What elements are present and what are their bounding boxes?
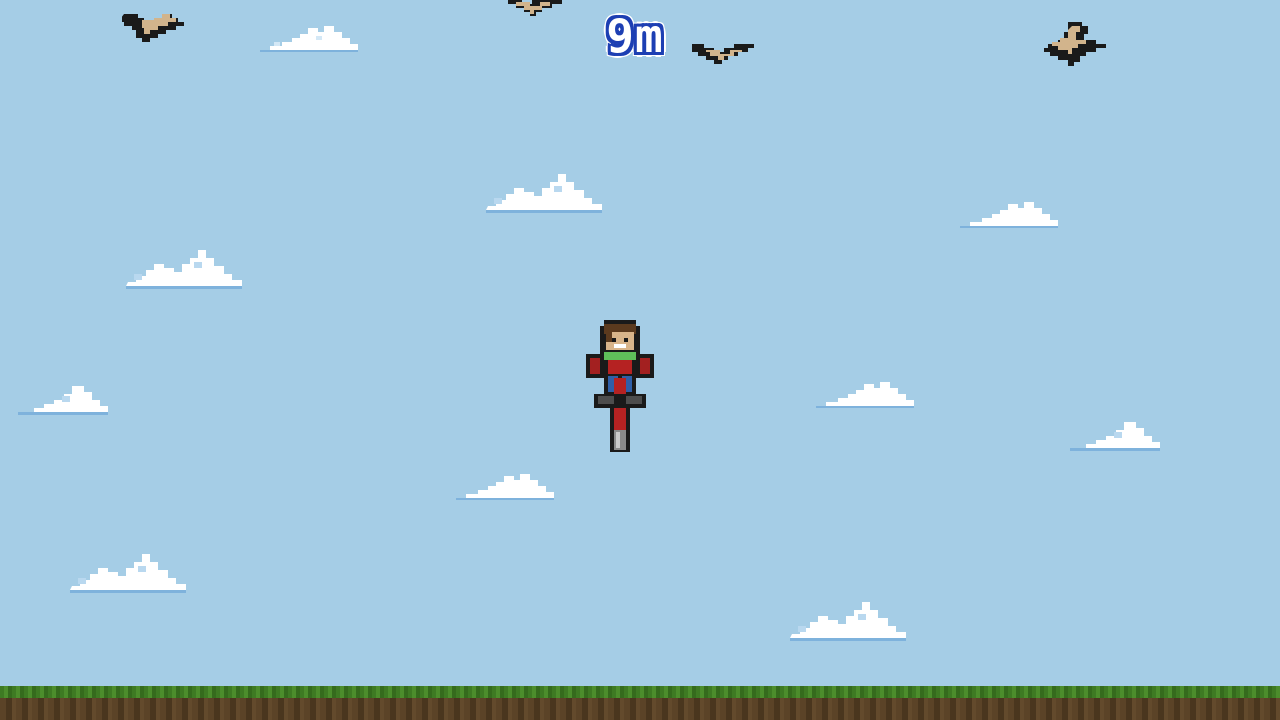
- cloud-icon: [126, 250, 242, 289]
- cloud-icon: [70, 554, 186, 593]
- cloud-icon: [816, 382, 914, 408]
- game-scene[interactable]: 9m: [0, 0, 1280, 720]
- cloud-icon: [1070, 422, 1160, 451]
- dirt-strip: [0, 698, 1280, 720]
- bird-icon: [502, 0, 562, 16]
- grass-strip: [0, 686, 1280, 698]
- cloud-icon: [486, 174, 602, 213]
- pogo-stick-rider-icon: [586, 320, 654, 452]
- cloud-icon: [260, 26, 358, 52]
- ground: [0, 686, 1280, 720]
- cloud-icon: [456, 474, 554, 500]
- cloud-icon: [960, 202, 1058, 228]
- bird-icon: [1044, 22, 1106, 66]
- cloud-icon: [790, 602, 906, 641]
- cloud-icon: [18, 386, 108, 415]
- height-counter: 9m: [606, 9, 664, 63]
- bird-icon: [122, 14, 184, 42]
